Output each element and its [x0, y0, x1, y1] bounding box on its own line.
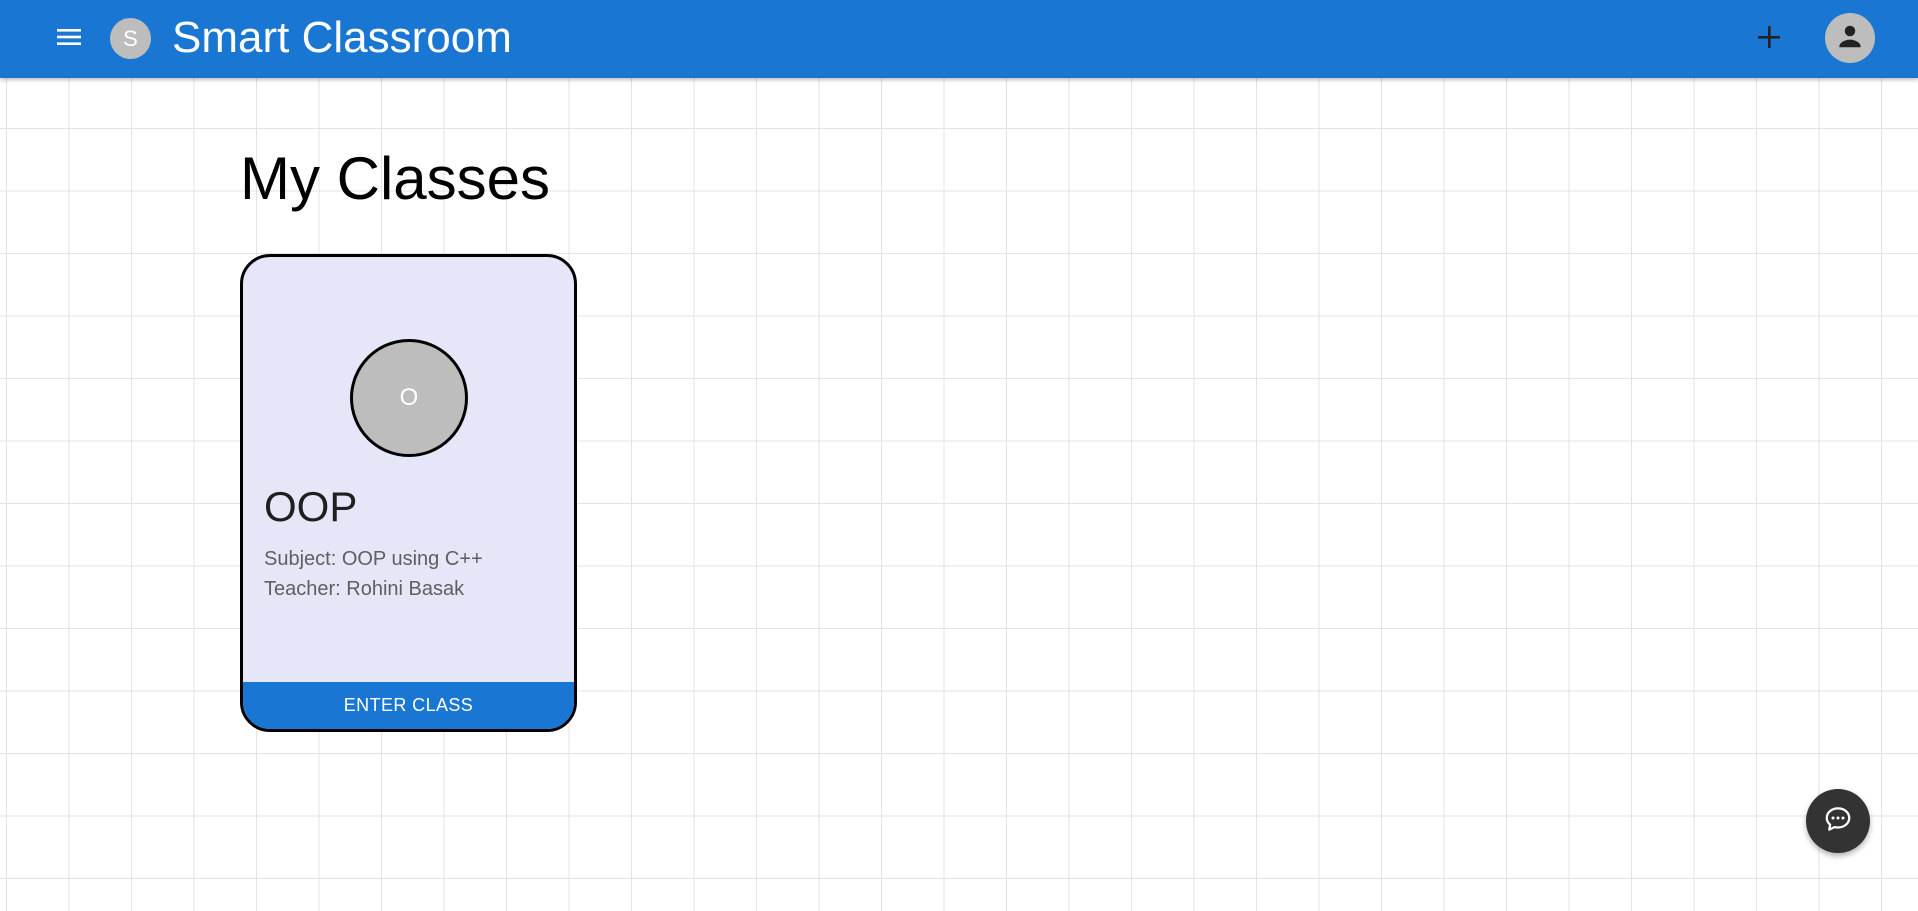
class-teacher: Teacher: Rohini Basak: [264, 578, 465, 600]
chat-button[interactable]: [1806, 789, 1870, 853]
menu-button[interactable]: [50, 21, 88, 57]
class-avatar-initial: O: [399, 384, 419, 411]
brand-avatar: S: [110, 18, 151, 59]
class-subject: Subject: OOP using C++: [264, 548, 483, 570]
app-title: Smart Classroom: [172, 13, 512, 62]
account-icon: [1835, 21, 1865, 56]
class-card: O OOP Subject: OOP using C++ Teacher: Ro…: [240, 254, 577, 732]
add-class-button[interactable]: [1748, 18, 1790, 60]
chat-bubble-icon: [1823, 804, 1853, 839]
enter-class-button[interactable]: ENTER CLASS: [243, 682, 574, 729]
class-avatar: O: [350, 339, 468, 457]
app-bar: S Smart Classroom: [0, 0, 1918, 78]
menu-icon: [57, 27, 81, 52]
brand-avatar-initial: S: [123, 25, 138, 51]
plus-icon: [1757, 25, 1781, 54]
account-button[interactable]: [1825, 13, 1875, 63]
page-title: My Classes: [240, 145, 551, 212]
class-name: OOP: [264, 483, 358, 530]
